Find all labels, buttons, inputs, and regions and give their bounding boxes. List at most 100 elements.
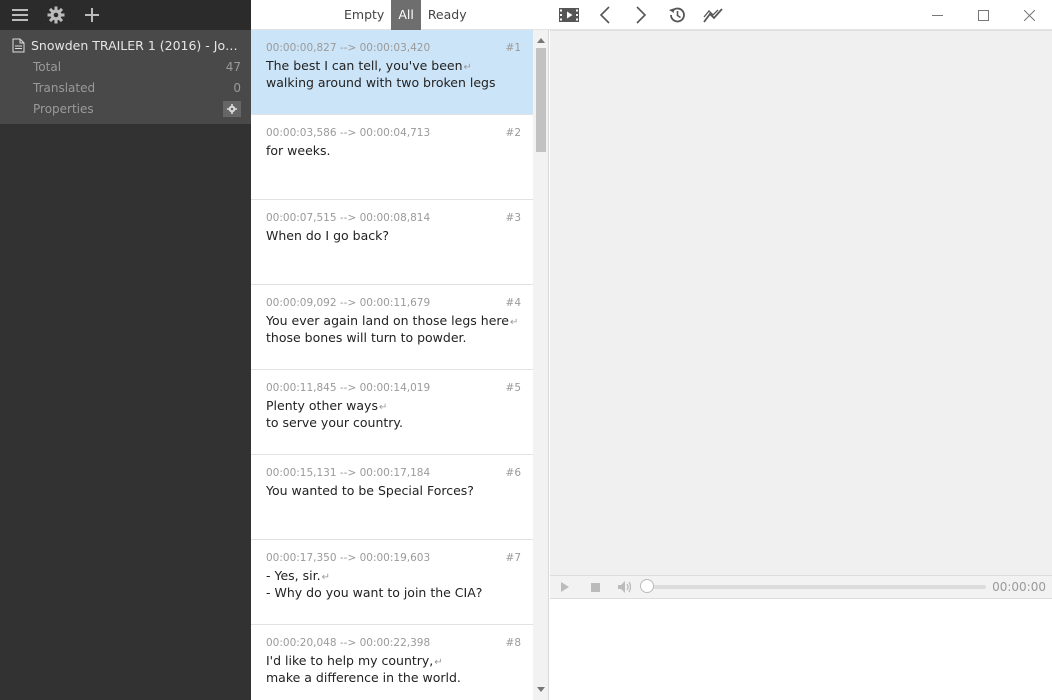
properties-row[interactable]: Properties [0, 98, 251, 119]
stat-total: Total 47 [0, 56, 251, 77]
subtitle-line: for weeks. [266, 143, 521, 160]
translation-editor[interactable] [550, 599, 1052, 700]
line-break-icon: ↵ [463, 62, 472, 73]
gear-icon[interactable] [46, 5, 66, 25]
subtitle-number: #5 [505, 382, 521, 394]
subtitle-line: to serve your country. [266, 415, 521, 432]
subtitle-line: those bones will turn to powder. [266, 330, 521, 347]
subtitle-number: #3 [505, 212, 521, 224]
subtitle-number: #2 [505, 127, 521, 139]
subtitle-number: #7 [505, 552, 521, 564]
subtitle-timecode: 00:00:11,845 --> 00:00:14,019 [266, 382, 431, 394]
top-toolbar: Empty All Ready [251, 0, 1052, 30]
stat-label: Translated [33, 80, 96, 95]
volume-icon[interactable] [610, 576, 640, 598]
subtitle-line: I'd like to help my country,↵ [266, 653, 521, 670]
line-break-icon: ↵ [509, 317, 519, 328]
subtitle-line: make a difference in the world. [266, 670, 521, 687]
subtitle-line: You ever again land on those legs here↵ [266, 313, 521, 330]
subtitle-number: #4 [505, 297, 521, 309]
subtitle-entry[interactable]: 00:00:20,048 --> 00:00:22,398 #8 I'd like … [251, 625, 533, 700]
subtitle-line: - Why do you want to join the CIA? [266, 585, 521, 602]
subtitle-text: walking around with two broken legs [266, 75, 496, 90]
subtitle-text: to serve your country. [266, 415, 403, 430]
video-icon[interactable] [558, 4, 580, 26]
subtitle-text: When do I go back? [266, 228, 389, 243]
subtitle-timecode: 00:00:15,131 --> 00:00:17,184 [266, 467, 431, 479]
seek-bar[interactable] [640, 579, 986, 593]
subtitle-entry[interactable]: 00:00:11,845 --> 00:00:14,019 #5 Plenty ot… [251, 370, 533, 455]
player-controls: 00:00:00 [550, 575, 1052, 599]
subtitle-timecode: 00:00:09,092 --> 00:00:11,679 [266, 297, 431, 309]
document-icon [12, 38, 25, 52]
project-panel: Snowden TRAILER 1 (2016) - Josep... Tota… [0, 30, 251, 124]
scroll-down-icon[interactable] [533, 682, 549, 698]
chevron-left-icon[interactable] [594, 4, 616, 26]
subtitle-text: - Yes, sir. [266, 568, 321, 583]
subtitle-entry[interactable]: 00:00:17,350 --> 00:00:19,603 #7 - Yes, si… [251, 540, 533, 625]
subtitle-entry[interactable]: 00:00:09,092 --> 00:00:11,679 #4 You ever … [251, 285, 533, 370]
stop-icon[interactable] [580, 576, 610, 598]
line-break-icon: ↵ [434, 657, 443, 668]
subtitle-text: for weeks. [266, 143, 331, 158]
subtitle-number: #1 [505, 42, 521, 54]
file-name: Snowden TRAILER 1 (2016) - Josep... [31, 37, 243, 53]
minimize-icon[interactable] [914, 0, 960, 30]
chevron-right-icon[interactable] [630, 4, 652, 26]
nav-icons [558, 4, 724, 26]
subtitle-line: walking around with two broken legs [266, 75, 521, 92]
subtitle-line: You wanted to be Special Forces? [266, 483, 521, 500]
filter-empty[interactable]: Empty [337, 0, 391, 30]
sidebar-toolbar [0, 0, 251, 30]
subtitle-text: those bones will turn to powder. [266, 330, 467, 345]
subtitle-number: #6 [505, 467, 521, 479]
list-scrollbar[interactable] [533, 30, 549, 700]
sidebar: Snowden TRAILER 1 (2016) - Josep... Tota… [0, 0, 251, 700]
filter-tabs: Empty All Ready [337, 0, 474, 30]
subtitle-text: - Why do you want to join the CIA? [266, 585, 483, 600]
filter-ready[interactable]: Ready [421, 0, 474, 30]
maximize-icon[interactable] [960, 0, 1006, 30]
stat-value: 0 [233, 80, 241, 95]
subtitle-text: You ever again land on those legs here [266, 313, 509, 328]
properties-label: Properties [33, 101, 94, 116]
chart-icon[interactable] [702, 4, 724, 26]
subtitle-entry[interactable]: 00:00:15,131 --> 00:00:17,184 #6 You wante… [251, 455, 533, 540]
subtitle-timecode: 00:00:20,048 --> 00:00:22,398 [266, 637, 431, 649]
stat-translated: Translated 0 [0, 77, 251, 98]
line-break-icon: ↵ [378, 402, 388, 413]
window-controls [914, 0, 1052, 30]
subtitle-line: The best I can tell, you've been↵ [266, 58, 521, 75]
close-icon[interactable] [1006, 0, 1052, 30]
scroll-up-icon[interactable] [533, 32, 549, 48]
hamburger-icon[interactable] [10, 5, 30, 25]
properties-gear-icon[interactable] [223, 100, 241, 117]
play-icon[interactable] [550, 576, 580, 598]
subtitle-line: Plenty other ways↵ [266, 398, 521, 415]
subtitle-text: The best I can tell, you've been [266, 58, 463, 73]
subtitle-text: make a difference in the world. [266, 670, 461, 685]
subtitle-list: 00:00:00,827 --> 00:00:03,420 #1 The best … [251, 30, 533, 700]
subtitle-entry[interactable]: 00:00:03,586 --> 00:00:04,713 #2 for weeks… [251, 115, 533, 200]
subtitle-timecode: 00:00:07,515 --> 00:00:08,814 [266, 212, 431, 224]
subtitle-entry[interactable]: 00:00:07,515 --> 00:00:08,814 #3 When do I… [251, 200, 533, 285]
subtitle-line: - Yes, sir.↵ [266, 568, 521, 585]
subtitle-timecode: 00:00:00,827 --> 00:00:03,420 [266, 42, 431, 54]
video-preview [550, 30, 1052, 575]
scroll-thumb[interactable] [536, 48, 546, 152]
subtitle-text: You wanted to be Special Forces? [266, 483, 474, 498]
subtitle-text: I'd like to help my country, [266, 653, 434, 668]
subtitle-text: Plenty other ways [266, 398, 378, 413]
stat-label: Total [33, 59, 62, 74]
file-item[interactable]: Snowden TRAILER 1 (2016) - Josep... [0, 34, 251, 56]
subtitle-entry[interactable]: 00:00:00,827 --> 00:00:03,420 #1 The best … [251, 30, 533, 115]
plus-icon[interactable] [82, 5, 102, 25]
stat-value: 47 [225, 59, 241, 74]
subtitle-timecode: 00:00:17,350 --> 00:00:19,603 [266, 552, 431, 564]
history-icon[interactable] [666, 4, 688, 26]
seek-knob[interactable] [640, 579, 654, 593]
player-time: 00:00:00 [992, 580, 1046, 594]
filter-all[interactable]: All [391, 0, 421, 30]
subtitle-number: #8 [505, 637, 521, 649]
subtitle-timecode: 00:00:03,586 --> 00:00:04,713 [266, 127, 431, 139]
